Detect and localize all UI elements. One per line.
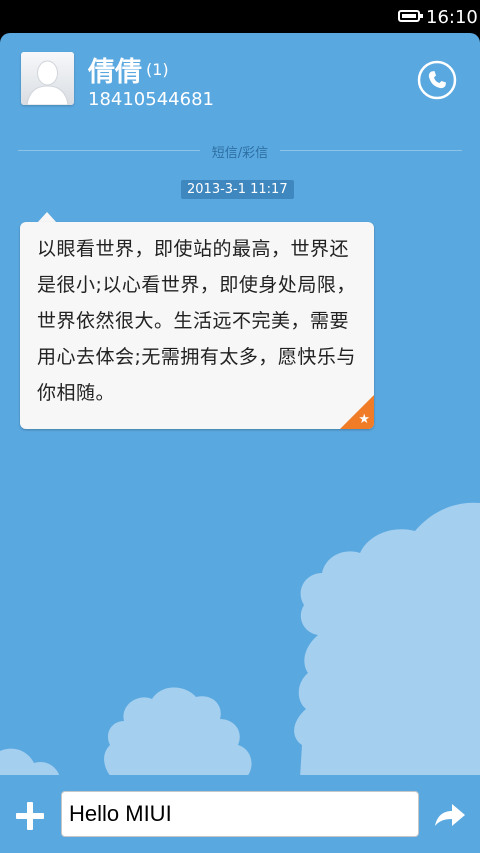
person-silhouette-icon [21,52,74,105]
status-bar: 16:10 [0,0,480,34]
status-time: 16:10 [426,7,478,28]
channel-label: 短信/彩信 [200,142,280,161]
message-text: 以眼看世界，即使站的最高，世界还是很小;以心看世界，即使身处局限，世界依然很大。… [37,238,356,404]
battery-icon [398,10,423,22]
star-icon: ★ [358,412,370,427]
contact-phone: 18410544681 [88,89,214,110]
contact-avatar[interactable] [21,52,74,105]
conversation-screen: 倩倩 (1) 18410544681 短信/彩信 2013-3-1 11:17 … [0,33,480,853]
message-input[interactable] [61,791,419,837]
send-arrow-icon[interactable] [433,802,467,828]
phone-icon[interactable] [417,60,457,100]
composer-bar [0,775,480,853]
battery-level [402,14,416,18]
contact-name: 倩倩 [88,57,142,88]
unread-count: (1) [146,60,169,79]
incoming-message-bubble[interactable]: 以眼看世界，即使站的最高，世界还是很小;以心看世界，即使身处局限，世界依然很大。… [20,222,374,429]
plus-icon[interactable] [16,802,44,830]
message-timestamp: 2013-3-1 11:17 [181,180,294,199]
